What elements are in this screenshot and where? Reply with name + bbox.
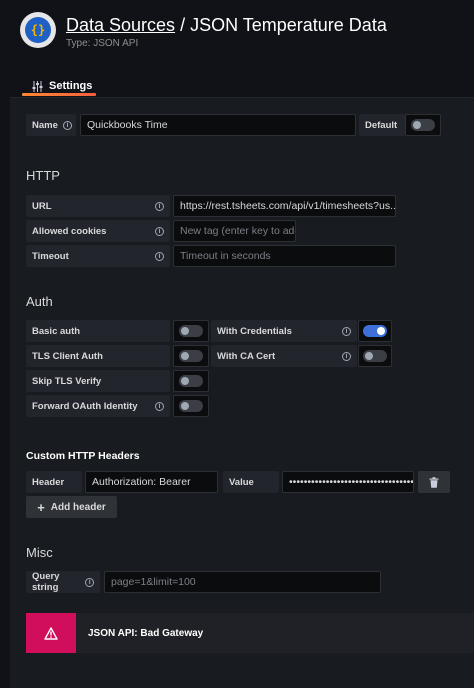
datasource-type: Type: JSON API	[66, 38, 139, 49]
forward-oauth-label: Forward OAuth Identity i	[26, 395, 170, 417]
value-label: Value	[223, 471, 279, 493]
timeout-label: Timeout i	[26, 245, 170, 267]
with-ca-cert-label: With CA Cert i	[211, 345, 357, 367]
info-icon[interactable]: i	[155, 251, 164, 261]
trash-icon	[429, 476, 439, 488]
header-value-input[interactable]: ••••••••••••••••••••••••••••••••••...	[282, 471, 414, 493]
basic-auth-toggle[interactable]	[173, 320, 209, 342]
settings-panel	[10, 97, 474, 688]
tls-client-auth-label: TLS Client Auth	[26, 345, 170, 367]
breadcrumb-data-sources-link[interactable]: Data Sources	[66, 15, 175, 35]
skip-tls-verify-switch[interactable]	[179, 375, 203, 387]
name-info[interactable]: i	[58, 114, 78, 136]
custom-headers-heading: Custom HTTP Headers	[26, 450, 140, 462]
datasource-logo: {}	[20, 12, 56, 48]
allowed-cookies-label-text: Allowed cookies	[32, 225, 107, 237]
timeout-input[interactable]: Timeout in seconds	[173, 245, 396, 267]
tls-client-auth-toggle[interactable]	[173, 345, 209, 367]
skip-tls-verify-toggle[interactable]	[173, 370, 209, 392]
timeout-label-text: Timeout	[32, 250, 69, 262]
forward-oauth-toggle[interactable]	[173, 395, 209, 417]
default-label: Default	[359, 114, 405, 136]
http-heading: HTTP	[26, 168, 60, 183]
allowed-cookies-label: Allowed cookies i	[26, 220, 170, 242]
delete-header-button[interactable]	[418, 471, 450, 493]
error-alert: JSON API: Bad Gateway	[26, 613, 474, 653]
datasource-title: JSON Temperature Data	[190, 15, 387, 35]
error-alert-text: JSON API: Bad Gateway	[88, 627, 204, 639]
page-title: Data Sources / JSON Temperature Data	[66, 15, 387, 36]
with-ca-cert-label-text: With CA Cert	[217, 350, 276, 362]
tab-settings-label: Settings	[49, 80, 93, 92]
forward-oauth-label-text: Forward OAuth Identity	[32, 400, 138, 412]
plus-icon: +	[37, 499, 45, 515]
sliders-icon	[32, 80, 43, 92]
misc-heading: Misc	[26, 545, 53, 560]
url-input[interactable]: https://rest.tsheets.com/api/v1/timeshee…	[173, 195, 396, 217]
allowed-cookies-input[interactable]: New tag (enter key to add	[173, 220, 296, 242]
query-string-label-text: Query string	[32, 571, 60, 593]
default-switch[interactable]	[411, 119, 435, 131]
info-icon[interactable]: i	[155, 401, 164, 411]
name-label-text: Name	[32, 119, 58, 131]
info-icon[interactable]: i	[342, 351, 351, 361]
basic-auth-label: Basic auth	[26, 320, 170, 342]
forward-oauth-switch[interactable]	[179, 400, 203, 412]
tls-client-auth-switch[interactable]	[179, 350, 203, 362]
query-string-label: Query string i	[26, 571, 100, 593]
info-icon[interactable]: i	[85, 577, 94, 587]
add-header-button[interactable]: + Add header	[26, 496, 117, 518]
header-label: Header	[26, 471, 82, 493]
breadcrumb-separator: /	[175, 15, 191, 35]
info-icon[interactable]: i	[342, 326, 351, 336]
header-name-input[interactable]: Authorization: Bearer	[85, 471, 218, 493]
json-braces-icon: {}	[25, 17, 51, 43]
with-credentials-toggle[interactable]	[358, 320, 392, 342]
info-icon: i	[63, 120, 72, 130]
with-ca-cert-toggle[interactable]	[358, 345, 392, 367]
with-credentials-switch[interactable]	[363, 325, 387, 337]
skip-tls-verify-label: Skip TLS Verify	[26, 370, 170, 392]
default-toggle[interactable]	[405, 114, 441, 136]
basic-auth-switch[interactable]	[179, 325, 203, 337]
info-icon[interactable]: i	[155, 201, 164, 211]
auth-heading: Auth	[26, 294, 53, 309]
with-credentials-label-text: With Credentials	[217, 325, 292, 337]
url-label-text: URL	[32, 200, 52, 212]
url-label: URL i	[26, 195, 170, 217]
add-header-label: Add header	[50, 501, 106, 513]
active-tab-indicator	[22, 93, 96, 96]
query-string-input[interactable]: page=1&limit=100	[104, 571, 381, 593]
name-input[interactable]: Quickbooks Time	[80, 114, 356, 136]
with-ca-cert-switch[interactable]	[363, 350, 387, 362]
info-icon[interactable]: i	[155, 226, 164, 236]
with-credentials-label: With Credentials i	[211, 320, 357, 342]
warning-icon	[26, 613, 76, 653]
